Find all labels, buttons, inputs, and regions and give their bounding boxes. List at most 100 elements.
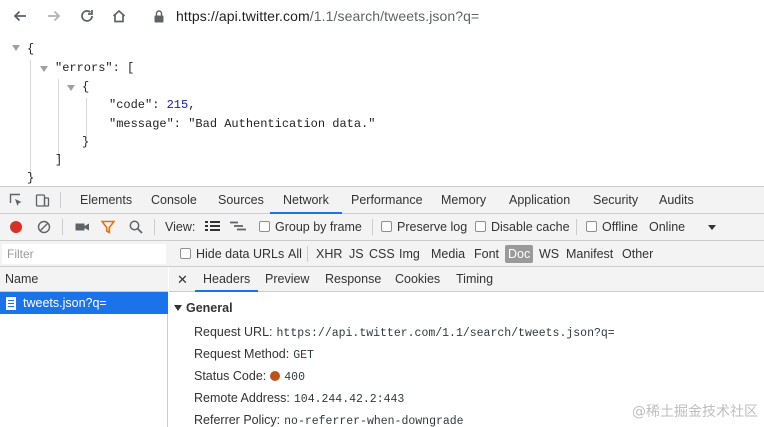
video-camera-icon <box>75 223 89 231</box>
inspect-element-icon[interactable] <box>8 192 24 208</box>
json-object-close: } <box>82 135 90 149</box>
json-open-brace: { <box>27 42 35 56</box>
reload-icon <box>81 10 93 22</box>
collapse-caret-icon[interactable] <box>40 66 48 72</box>
view-label: View: <box>165 220 196 234</box>
forward-arrow-icon <box>48 10 61 22</box>
type-xhr-button[interactable]: XHR <box>313 245 345 263</box>
triangle-down-icon <box>174 305 182 311</box>
tab-sources[interactable]: Sources <box>218 187 264 214</box>
type-font-button[interactable]: Font <box>471 245 502 263</box>
search-icon <box>129 220 143 234</box>
group-by-frame-option[interactable]: Group by frame <box>259 214 362 241</box>
document-icon <box>6 296 16 310</box>
search-button[interactable] <box>128 219 144 235</box>
overview-button[interactable] <box>230 219 246 235</box>
toolbar-divider <box>576 219 577 235</box>
tab-console[interactable]: Console <box>151 187 197 214</box>
tab-headers[interactable]: Headers <box>195 267 259 292</box>
name-column-header[interactable]: Name <box>0 267 168 292</box>
toolbar-divider <box>60 192 61 208</box>
tab-timing[interactable]: Timing <box>456 267 493 292</box>
type-js-button[interactable]: JS <box>346 245 367 263</box>
request-name: tweets.json?q= <box>23 296 107 310</box>
type-css-button[interactable]: CSS <box>366 245 398 263</box>
close-icon[interactable]: ✕ <box>177 267 188 292</box>
preserve-log-label: Preserve log <box>397 220 468 234</box>
indent-guide <box>86 98 87 138</box>
status-error-icon <box>270 371 281 381</box>
status-code-label: Status Code: <box>194 369 267 383</box>
back-button[interactable] <box>8 4 32 28</box>
type-ws-button[interactable]: WS <box>536 245 562 263</box>
json-message-key: "message": <box>109 117 189 131</box>
tab-audits[interactable]: Audits <box>659 187 694 214</box>
devtools-tabbar: Elements Console Sources Network Perform… <box>0 187 764 214</box>
request-row[interactable]: tweets.json?q= <box>0 292 168 314</box>
hide-data-urls-option[interactable]: Hide data URLs <box>180 241 284 267</box>
general-section-toggle[interactable]: General <box>174 301 233 315</box>
tab-memory[interactable]: Memory <box>441 187 486 214</box>
preserve-log-option[interactable]: Preserve log <box>381 214 467 241</box>
hide-data-urls-checkbox[interactable] <box>180 248 191 259</box>
filter-toggle-button[interactable] <box>100 219 116 235</box>
address-bar[interactable]: https://api.twitter.com/1.1/search/tweet… <box>142 3 764 29</box>
url-path: /1.1/search/tweets.json?q= <box>309 8 480 24</box>
json-code-value: 215 <box>166 98 189 112</box>
tab-response[interactable]: Response <box>325 267 381 292</box>
throttling-select[interactable]: Online <box>649 214 716 241</box>
device-toolbar-icon[interactable] <box>34 192 50 208</box>
collapse-caret-icon[interactable] <box>67 85 75 91</box>
record-button[interactable] <box>8 219 24 235</box>
referrer-policy-row: Referrer Policy: no-referrer-when-downgra… <box>194 411 464 427</box>
tab-application[interactable]: Application <box>509 187 570 214</box>
throttling-value: Online <box>649 220 686 234</box>
disable-cache-option[interactable]: Disable cache <box>475 214 570 241</box>
tab-preview[interactable]: Preview <box>265 267 309 292</box>
large-rows-button[interactable] <box>204 219 220 235</box>
tab-cookies[interactable]: Cookies <box>395 267 440 292</box>
request-url-row: Request URL: https://api.twitter.com/1.1/… <box>194 323 615 341</box>
tab-security[interactable]: Security <box>593 187 638 214</box>
filter-input[interactable] <box>2 244 166 264</box>
remote-address-value: 104.244.42.2:443 <box>293 393 405 406</box>
status-code-row: Status Code: 400 <box>194 367 305 385</box>
address-url[interactable]: https://api.twitter.com/1.1/search/tweet… <box>176 8 479 24</box>
request-url-value: https://api.twitter.com/1.1/search/tweet… <box>276 327 615 340</box>
disable-cache-checkbox[interactable] <box>475 221 486 232</box>
tab-elements[interactable]: Elements <box>80 187 132 214</box>
type-img-button[interactable]: Img <box>396 245 423 263</box>
toolbar-divider <box>154 219 155 235</box>
type-media-button[interactable]: Media <box>428 245 468 263</box>
preserve-log-checkbox[interactable] <box>381 221 392 232</box>
forward-button[interactable] <box>42 4 66 28</box>
type-all-button[interactable]: All <box>285 245 305 263</box>
indent-guide <box>30 60 31 176</box>
json-errors-key: "errors": [ <box>55 61 135 75</box>
reload-button[interactable] <box>75 4 99 28</box>
json-code-key: "code": <box>109 98 167 112</box>
group-by-frame-checkbox[interactable] <box>259 221 270 232</box>
list-view-icon <box>204 221 220 231</box>
type-manifest-button[interactable]: Manifest <box>563 245 616 263</box>
toolbar-divider <box>307 246 308 262</box>
tab-network[interactable]: Network <box>270 187 342 214</box>
toolbar-divider <box>62 219 63 235</box>
screenshot-button[interactable] <box>74 219 90 235</box>
tab-performance[interactable]: Performance <box>351 187 423 214</box>
status-code-value: 400 <box>284 371 305 384</box>
clear-button[interactable] <box>36 219 52 235</box>
type-doc-button[interactable]: Doc <box>505 245 534 263</box>
offline-checkbox[interactable] <box>586 221 597 232</box>
hide-data-urls-label: Hide data URLs <box>196 247 285 261</box>
json-object-open: { <box>82 80 90 94</box>
offline-option[interactable]: Offline <box>586 214 638 241</box>
record-icon <box>10 221 22 233</box>
filter-funnel-icon <box>101 220 115 234</box>
network-toolbar: View: Group by frame Preserve log Disabl… <box>0 214 764 241</box>
general-section-title: General <box>186 301 233 315</box>
home-button[interactable] <box>107 4 131 28</box>
collapse-caret-icon[interactable] <box>12 45 20 51</box>
type-other-button[interactable]: Other <box>619 245 656 263</box>
json-code-line: "code": 215, <box>109 97 195 114</box>
